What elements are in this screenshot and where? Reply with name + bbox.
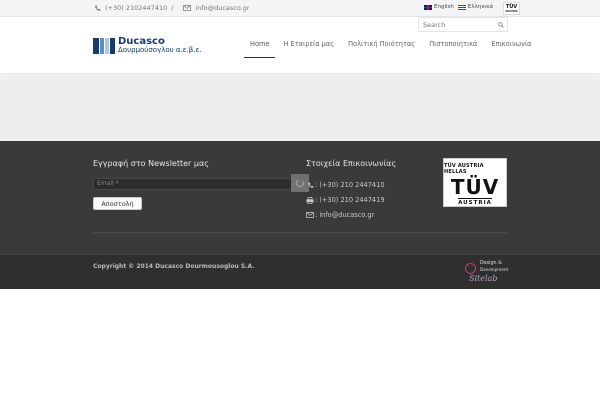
credit-brand: Sitelab — [469, 274, 498, 283]
logo-mark-icon — [93, 38, 115, 54]
nav-home[interactable]: Home — [244, 40, 276, 58]
language-switcher: English Ελληνικά — [424, 4, 497, 10]
top-bar: (+30) 2102447410 / info@ducasco.gr Engli… — [0, 0, 600, 17]
tuv-top-sub: AUSTRIA — [505, 9, 518, 13]
top-phone-text[interactable]: (+30) 2102447410 — [105, 4, 167, 12]
copyright-text: Copyright © 2014 Ducasco Dourmousoglou S… — [93, 263, 255, 270]
top-contact: (+30) 2102447410 / info@ducasco.gr — [93, 4, 250, 12]
newsletter-title: Εγγραφή στο Newsletter μας — [93, 159, 209, 168]
phone-icon — [306, 181, 314, 189]
site-header: Ducasco Δουρμούσογλου α.ε.β.ε. Home Η Ετ… — [0, 17, 600, 74]
search-box — [418, 17, 508, 32]
nav-certificates[interactable]: Πιστοποιητικά — [423, 40, 483, 58]
footer-divider — [93, 232, 507, 233]
envelope-icon — [306, 211, 314, 219]
main-nav: Home Η Εταιρεία μας Πολιτική Ποιότητας Π… — [244, 40, 539, 58]
envelope-icon — [183, 4, 192, 12]
newsletter-submit-button[interactable]: Αποστολή — [93, 197, 142, 210]
lang-english-label: English — [434, 4, 454, 10]
credit-line2: Development — [480, 267, 509, 272]
nav-contact[interactable]: Επικοινωνία — [485, 40, 537, 58]
tuv-badge-heading: TÜV AUSTRIA HELLAS — [444, 163, 484, 175]
search-icon[interactable] — [494, 18, 507, 31]
lang-greek[interactable]: Ελληνικά — [457, 4, 494, 10]
logo-subtitle: Δουρμούσογλου α.ε.β.ε. — [118, 46, 202, 54]
sitelab-logo-icon — [465, 263, 476, 274]
top-email-link[interactable]: info@ducasco.gr — [195, 4, 249, 12]
tuv-top-logo: TÜV AUSTRIA — [503, 2, 520, 15]
logo-title: Ducasco — [118, 36, 165, 47]
contact-phone-text: : (+30) 210 2447410 — [315, 181, 385, 189]
lang-english[interactable]: English — [424, 4, 454, 10]
footer: Εγγραφή στο Newsletter μας Email * Αποστ… — [0, 141, 600, 254]
top-separator: / — [171, 4, 174, 12]
site-logo[interactable]: Ducasco Δουρμούσογλου α.ε.β.ε. — [93, 37, 201, 55]
credit-line1: Design & — [480, 261, 502, 266]
content-area — [0, 75, 600, 141]
tuv-badge-austria: AUSTRIA — [458, 198, 492, 206]
printer-icon — [306, 196, 314, 204]
greek-flag-icon — [457, 4, 466, 10]
contact-title: Στοιχεία Επικοινωνίας — [306, 159, 397, 168]
lang-greek-label: Ελληνικά — [467, 4, 494, 10]
newsletter-email-input[interactable]: Email * — [93, 178, 292, 190]
contact-fax: : (+30) 210 2447419 — [306, 196, 385, 204]
contact-phone: : (+30) 210 2447410 — [306, 181, 385, 189]
contact-email: : info@ducasco.gr — [306, 211, 374, 219]
contact-email-text[interactable]: : info@ducasco.gr — [315, 211, 374, 219]
search-input[interactable] — [419, 18, 493, 31]
nav-quality-policy[interactable]: Πολιτική Ποιότητας — [342, 40, 421, 58]
uk-flag-icon — [424, 4, 432, 10]
sitelab-credit[interactable]: Design & Development Sitelab — [463, 261, 509, 283]
bottom-bar: Copyright © 2014 Ducasco Dourmousoglou S… — [0, 254, 600, 289]
nav-company[interactable]: Η Εταιρεία μας — [277, 40, 340, 58]
logo-text: Ducasco Δουρμούσογλου α.ε.β.ε. — [118, 37, 201, 55]
contact-fax-text: : (+30) 210 2447419 — [315, 196, 385, 204]
tuv-austria-badge: TÜV AUSTRIA HELLAS TÜV AUSTRIA — [443, 158, 507, 207]
phone-icon — [93, 4, 101, 12]
tuv-badge-logo: TÜV — [450, 175, 500, 199]
